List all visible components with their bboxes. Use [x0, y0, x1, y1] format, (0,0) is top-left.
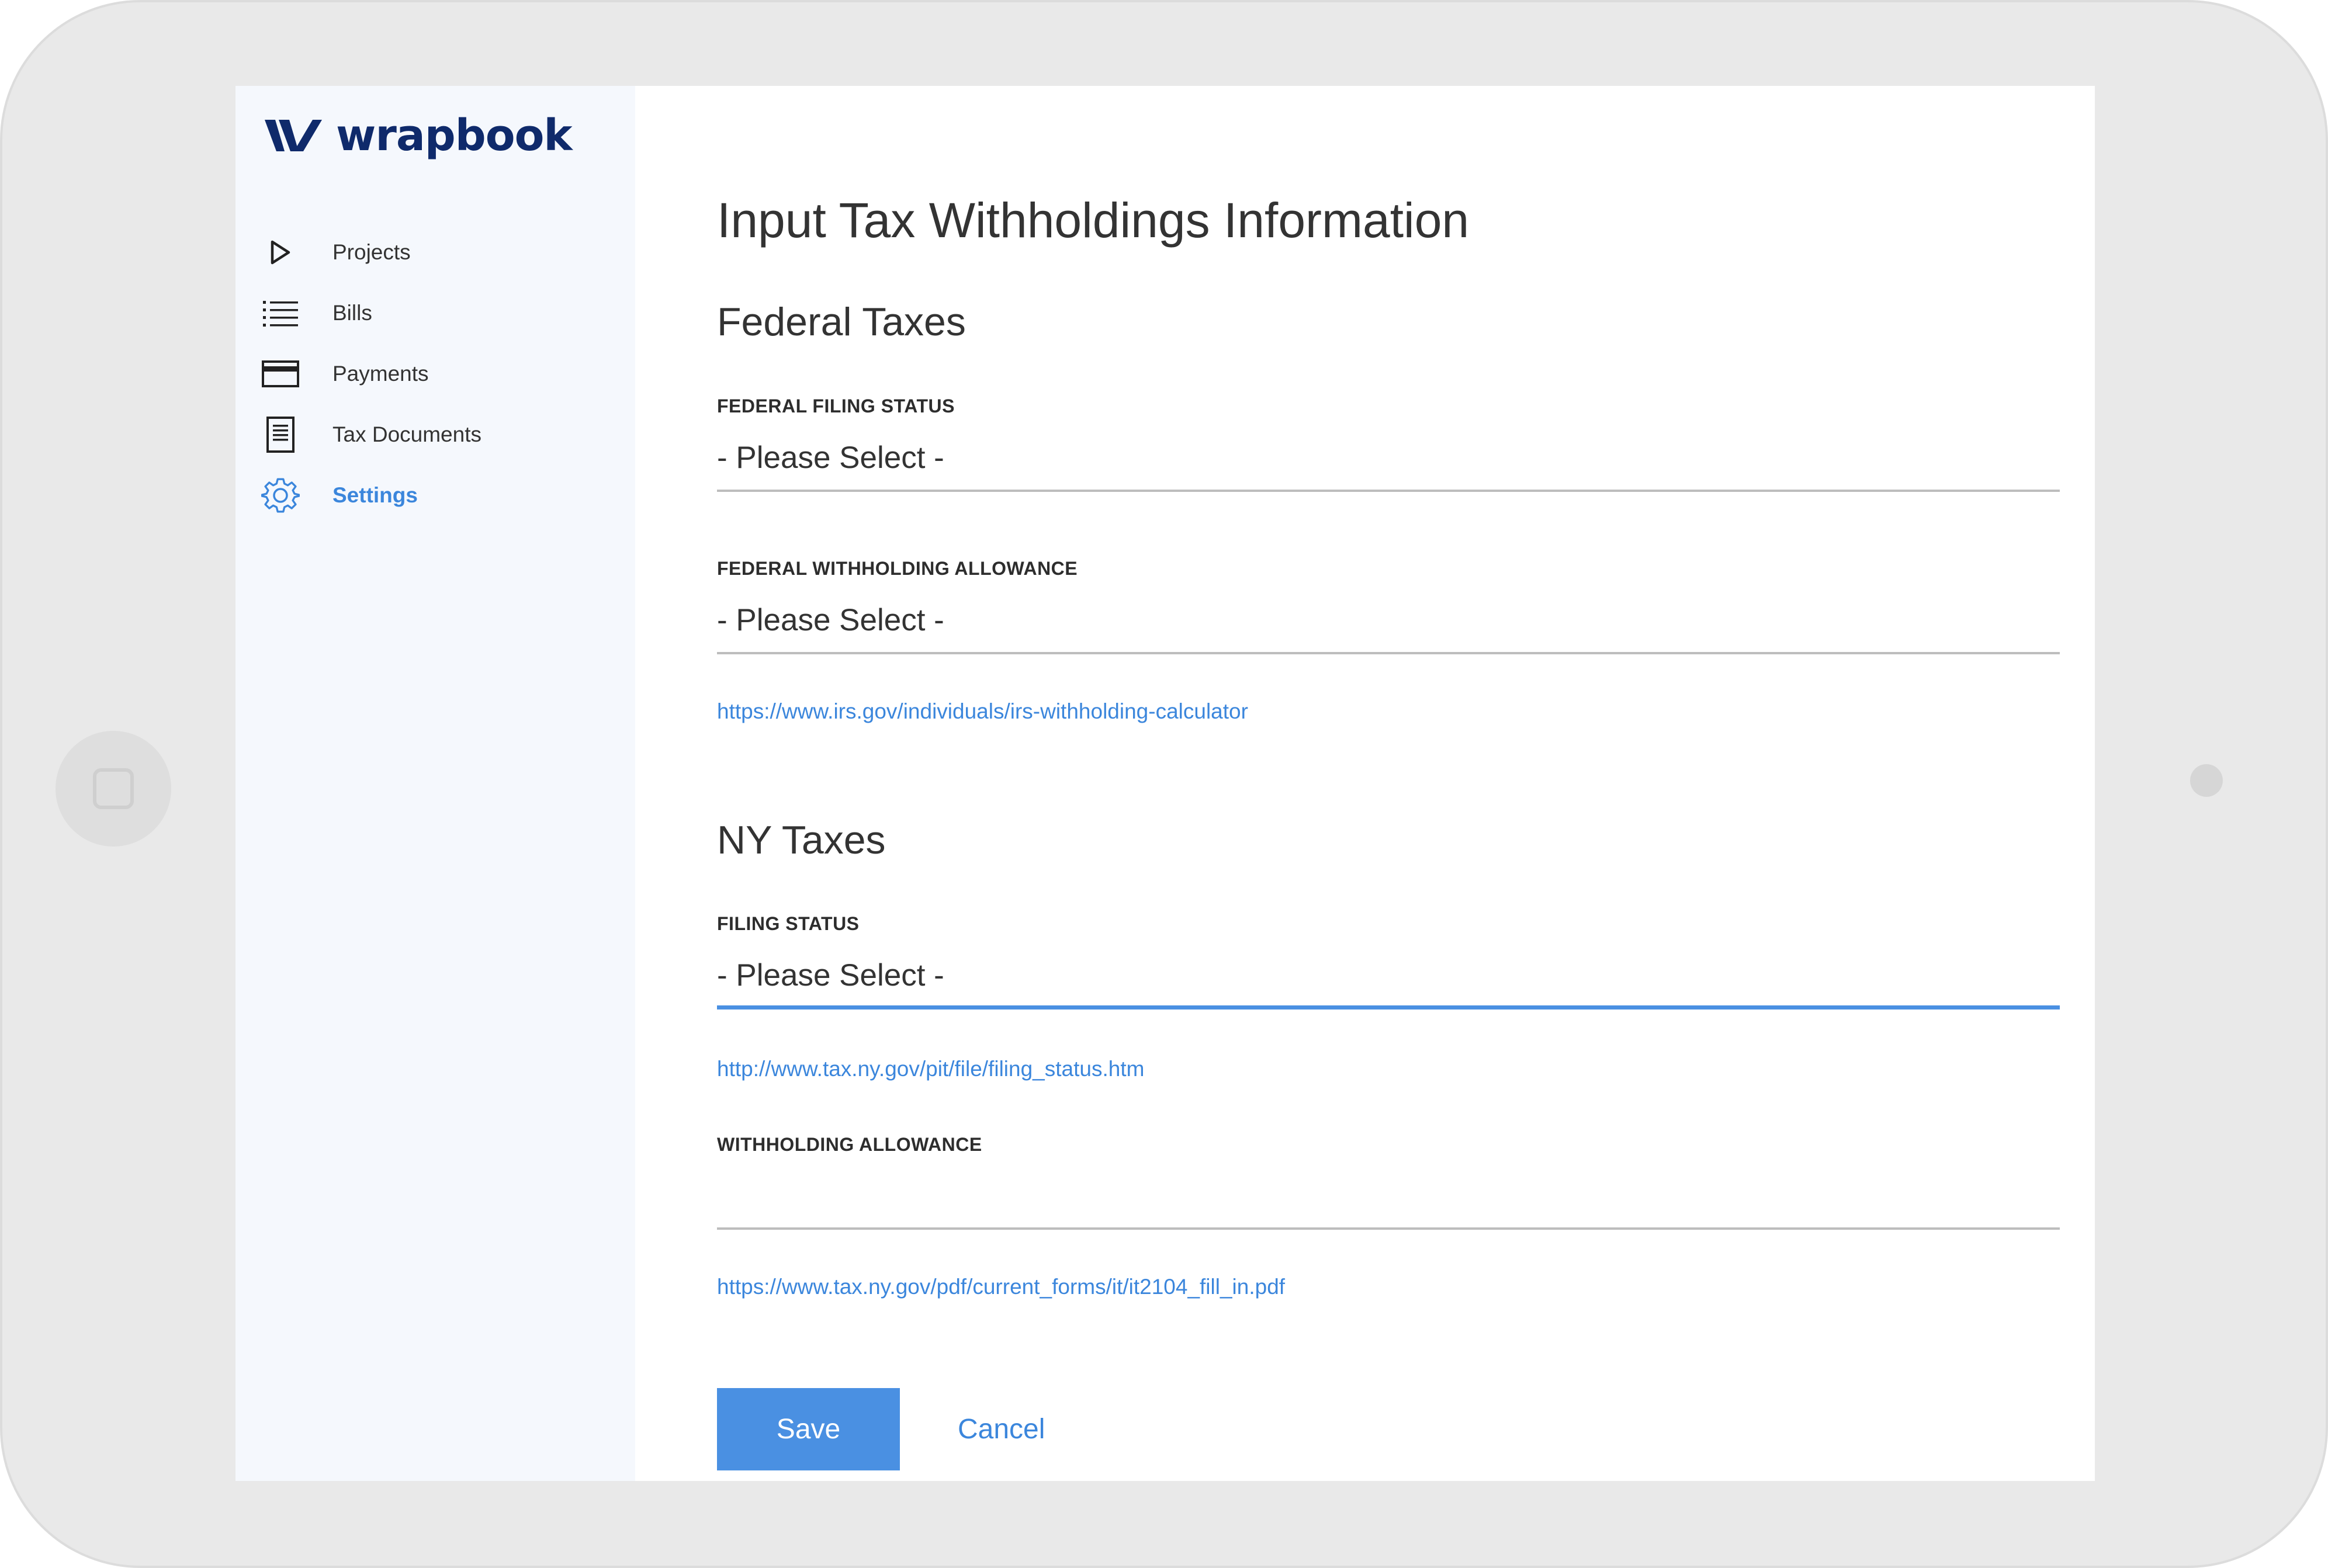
save-button[interactable]: Save [717, 1388, 900, 1470]
ny-withholding-allowance-field[interactable] [717, 1165, 2060, 1230]
ny-filing-status-select[interactable]: - Please Select - [717, 945, 2060, 1010]
ny-section-title: NY Taxes [717, 818, 886, 862]
cancel-button[interactable]: Cancel [958, 1388, 1045, 1470]
irs-withholding-calculator-link[interactable]: https://www.irs.gov/individuals/irs-with… [717, 699, 1248, 724]
credit-card-icon [260, 353, 301, 394]
logo-wordmark: wrapbook [336, 110, 573, 161]
page-title: Input Tax Withholdings Information [717, 193, 1470, 248]
wrapbook-logo[interactable]: wrapbook [265, 110, 573, 161]
federal-section-title: Federal Taxes [717, 300, 966, 344]
home-button-square-icon [93, 768, 134, 809]
ny-withholding-allowance-label: WITHHOLDING ALLOWANCE [717, 1134, 982, 1155]
sidebar-item-projects[interactable]: Projects [260, 222, 622, 283]
sidebar: wrapbook Projects Bills Payments Tax Doc… [235, 86, 635, 1481]
ny-filing-status-link[interactable]: http://www.tax.ny.gov/pit/file/filing_st… [717, 1057, 1144, 1081]
federal-withholding-allowance-label: FEDERAL WITHHOLDING ALLOWANCE [717, 558, 1078, 579]
federal-filing-status-select[interactable]: - Please Select - [717, 428, 2060, 492]
sidebar-item-payments[interactable]: Payments [260, 344, 622, 404]
list-icon [260, 293, 301, 334]
sidebar-item-tax-documents[interactable]: Tax Documents [260, 404, 622, 465]
document-icon [260, 414, 301, 455]
camera-dot [2190, 764, 2223, 797]
sidebar-nav: Projects Bills Payments Tax Documents Se… [260, 222, 622, 526]
sidebar-item-label: Payments [332, 362, 429, 386]
app-screen: wrapbook Projects Bills Payments Tax Doc… [235, 86, 2095, 1481]
play-outline-icon [260, 232, 301, 273]
sidebar-item-label: Tax Documents [332, 422, 481, 446]
sidebar-item-label: Bills [332, 301, 372, 325]
ny-filing-status-label: FILING STATUS [717, 913, 860, 934]
sidebar-item-bills[interactable]: Bills [260, 283, 622, 344]
sidebar-item-settings[interactable]: Settings [260, 465, 622, 526]
federal-withholding-allowance-select[interactable]: - Please Select - [717, 590, 2060, 654]
home-button[interactable] [56, 731, 171, 847]
sidebar-item-label: Settings [332, 483, 418, 507]
sidebar-item-label: Projects [332, 240, 411, 264]
ny-it2104-form-link[interactable]: https://www.tax.ny.gov/pdf/current_forms… [717, 1275, 1285, 1299]
federal-filing-status-label: FEDERAL FILING STATUS [717, 396, 955, 417]
wrapbook-logo-icon [265, 120, 322, 151]
gear-icon [260, 475, 301, 516]
